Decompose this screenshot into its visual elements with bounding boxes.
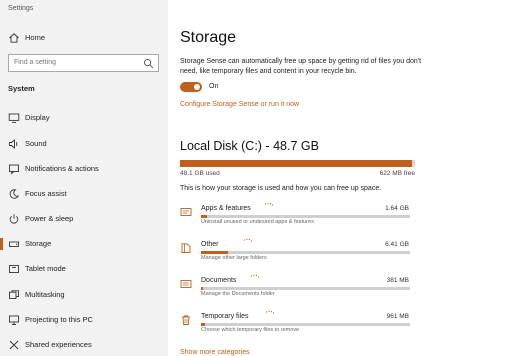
usage-description: This is how your storage is used and how…: [180, 185, 382, 192]
sidebar: Settings Home Find a setting System Disp…: [0, 0, 168, 356]
disk-usage-fill: [180, 160, 413, 167]
tablet-icon: [9, 265, 19, 273]
category-size: 6.41 GB: [385, 241, 409, 248]
window-title: Settings: [8, 5, 34, 12]
disk-title: Local Disk (C:) - 48.7 GB: [180, 139, 319, 153]
search-placeholder: Find a setting: [14, 59, 57, 66]
sidebar-item-multitasking[interactable]: Multitasking: [0, 286, 168, 304]
category-name: Other: [201, 241, 219, 248]
moon-icon: [9, 189, 20, 199]
multitasking-icon: [9, 290, 19, 299]
sidebar-item-display[interactable]: Display: [0, 109, 168, 127]
loading-spinner: [265, 310, 275, 314]
sidebar-item-label: Projecting to this PC: [25, 315, 93, 324]
sidebar-item-power-sleep[interactable]: Power & sleep: [0, 210, 168, 228]
notification-icon: [9, 164, 19, 175]
sidebar-item-tablet-mode[interactable]: Tablet mode: [0, 260, 168, 278]
category-name: Apps & features: [201, 205, 251, 212]
category-subtext: Uninstall unused or undesired apps & fea…: [201, 219, 314, 225]
disk-free-label: 622 MB free: [379, 170, 415, 177]
sidebar-item-label: Focus assist: [25, 189, 67, 198]
sidebar-item-focus-assist[interactable]: Focus assist: [0, 185, 168, 203]
main-content: Storage Storage Sense can automatically …: [180, 0, 512, 356]
sidebar-item-projecting[interactable]: Projecting to this PC: [0, 311, 168, 329]
category-usage-fill: [201, 251, 229, 254]
search-icon: [144, 59, 154, 69]
sidebar-item-label: Multitasking: [25, 290, 65, 299]
category-size: 961 MB: [386, 313, 409, 320]
sidebar-item-sound[interactable]: Sound: [0, 135, 168, 153]
speaker-icon: [9, 139, 18, 149]
documents-icon: [180, 280, 192, 288]
category-usage-fill: [201, 287, 204, 290]
sidebar-item-label: Notifications & actions: [25, 164, 99, 173]
section-header: System: [8, 84, 35, 93]
storage-sense-description: Storage Sense can automatically free up …: [180, 58, 422, 75]
home-icon: [9, 33, 19, 43]
category-name: Temporary files: [201, 313, 249, 320]
apps-icon: [180, 208, 192, 216]
category-apps-features[interactable]: Apps & features 1.64 GB Uninstall unused…: [180, 202, 412, 237]
category-subtext: Choose which temporary files to remove: [201, 327, 300, 333]
category-usage-bar: [201, 323, 410, 326]
active-indicator: [0, 238, 3, 250]
trash-icon: [182, 315, 190, 325]
category-subtext: Manage other large folders: [201, 255, 267, 261]
page-title: Storage: [180, 29, 237, 46]
storage-icon: [9, 241, 19, 247]
sidebar-item-shared-experiences[interactable]: Shared experiences: [0, 336, 168, 354]
category-name: Documents: [201, 277, 237, 284]
show-more-categories-link[interactable]: Show more categories: [180, 349, 250, 356]
sidebar-item-storage[interactable]: Storage: [0, 235, 168, 253]
sidebar-item-label: Sound: [25, 139, 47, 148]
search-input[interactable]: Find a setting: [8, 54, 159, 72]
sidebar-item-label: Shared experiences: [25, 340, 92, 349]
loading-spinner: [243, 238, 253, 242]
category-size: 381 MB: [386, 277, 409, 284]
toggle-knob: [194, 84, 200, 90]
category-documents[interactable]: Documents 381 MB Manage the Documents fo…: [180, 274, 412, 309]
category-size: 1.64 GB: [385, 205, 409, 212]
category-temporary-files[interactable]: Temporary files 961 MB Choose which temp…: [180, 310, 412, 345]
category-subtext: Manage the Documents folder: [201, 291, 275, 297]
sidebar-item-label: Display: [25, 113, 50, 122]
toggle-state-label: On: [209, 83, 219, 90]
power-icon: [9, 214, 19, 224]
sidebar-item-label: Storage: [25, 239, 52, 248]
disk-usage-bar: [180, 160, 415, 167]
shared-icon: [9, 340, 19, 350]
sidebar-item-label: Tablet mode: [25, 264, 66, 273]
storage-sense-toggle[interactable]: [180, 82, 202, 92]
category-other[interactable]: Other 6.41 GB Manage other large folders: [180, 238, 412, 273]
category-usage-bar: [201, 251, 410, 254]
projector-icon: [9, 315, 19, 325]
category-usage-fill: [201, 323, 206, 326]
home-nav-item[interactable]: Home: [0, 30, 168, 46]
configure-storage-sense-link[interactable]: Configure Storage Sense or run it now: [180, 101, 299, 108]
loading-spinner: [250, 274, 260, 278]
category-usage-fill: [201, 215, 208, 218]
sidebar-item-label: Power & sleep: [25, 214, 74, 223]
category-usage-bar: [201, 215, 410, 218]
loading-spinner: [264, 202, 274, 206]
disk-used-label: 48.1 GB used: [180, 170, 220, 177]
sidebar-item-notifications[interactable]: Notifications & actions: [0, 160, 168, 178]
category-usage-bar: [201, 287, 410, 290]
home-label: Home: [25, 33, 46, 42]
folder-icon: [181, 243, 191, 253]
display-icon: [8, 113, 20, 123]
